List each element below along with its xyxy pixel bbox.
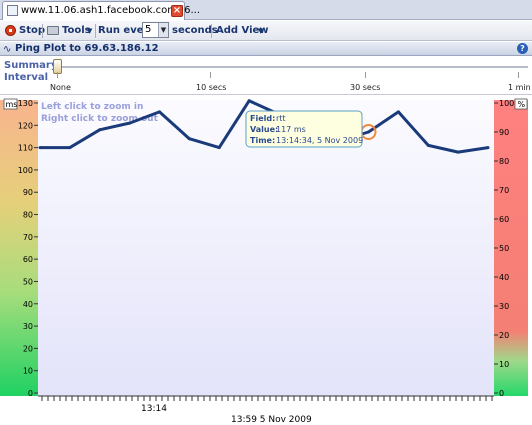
left-axis-tick-label: 10 [23, 367, 33, 376]
toolbar-separator [95, 24, 96, 38]
right-axis-tick-label: 10 [499, 360, 509, 369]
rtt-data-point[interactable] [396, 110, 400, 114]
right-axis-tick-label: 70 [499, 186, 509, 195]
slider-tick [210, 72, 211, 78]
rtt-data-point[interactable] [98, 128, 102, 132]
rtt-data-point[interactable] [158, 110, 161, 114]
left-axis-tick-label: 70 [23, 233, 33, 242]
tooltip-field-label: Field: [250, 114, 275, 123]
right-axis-tick-label: 90 [499, 128, 509, 137]
left-axis-tick-label: 80 [23, 211, 33, 220]
left-axis-tick-label: 130 [18, 99, 33, 108]
x-axis-time-label: 13:14 [141, 404, 167, 414]
summary-interval-panel: Summary Interval None 10 secs 30 secs 1 … [0, 57, 532, 95]
rtt-data-point[interactable] [486, 146, 490, 150]
slider-tick-label: 1 min [508, 83, 531, 92]
panel-header: ∿ Ping Plot to 69.63.186.12 ? [0, 42, 532, 56]
stop-icon[interactable] [5, 25, 16, 36]
ping-plot-chart[interactable]: ms % 0 10 20 30 40 50 60 70 80 90 100 110 120 130 0 10… [0, 96, 532, 425]
left-unit-label: ms [6, 100, 18, 109]
rtt-data-point[interactable] [217, 146, 221, 150]
slider-tick-label: None [50, 83, 71, 92]
rtt-data-point[interactable] [38, 146, 42, 150]
tools-icon[interactable] [47, 26, 59, 35]
tooltip-time-value: 13:14:34, 5 Nov 2009 [276, 136, 363, 145]
slider-tick-label: 30 secs [350, 83, 381, 92]
tab-close-icon[interactable]: × [171, 5, 183, 17]
right-axis-tick-label: 60 [499, 215, 509, 224]
rtt-data-point[interactable] [128, 121, 132, 125]
summary-slider-track[interactable] [56, 66, 528, 68]
chevron-down-icon[interactable]: ▼ [158, 23, 168, 37]
toolbar-separator [211, 24, 212, 38]
page-icon [7, 5, 18, 16]
right-axis-tick-label: 30 [499, 302, 509, 311]
right-axis-tick-label: 50 [499, 244, 509, 253]
toolbar: Stop Tools ▼ Run every seconds Add View … [0, 21, 532, 41]
rtt-data-point[interactable] [426, 143, 430, 147]
left-axis-tick-label: 40 [23, 300, 33, 309]
summary-label-line1: Summary [4, 60, 58, 71]
rtt-data-point[interactable] [367, 130, 370, 134]
left-axis-tick-label: 110 [18, 144, 33, 153]
add-view-dropdown-icon[interactable]: ▼ [258, 27, 263, 35]
tooltip-time-label: Time: [250, 136, 275, 145]
right-unit-label: % [518, 100, 526, 109]
slider-tick-label: 10 secs [196, 83, 227, 92]
right-axis-tick-label: 100 [499, 99, 514, 108]
rtt-data-point[interactable] [187, 137, 191, 141]
tab-bar: www.11.06.ash1.facebook.com (6... × [0, 0, 532, 20]
summary-label-line2: Interval [4, 72, 49, 83]
left-axis-tick-label: 120 [18, 121, 33, 130]
tooltip-value-label: Value: [250, 125, 278, 134]
left-axis-tick-label: 60 [23, 255, 33, 264]
panel-title: Ping Plot to 69.63.186.12 [15, 43, 159, 54]
rtt-data-point[interactable] [456, 150, 460, 154]
help-icon[interactable]: ? [517, 43, 528, 54]
slider-tick [518, 72, 519, 78]
rtt-data-point[interactable] [247, 99, 251, 103]
right-axis-tick-label: 80 [499, 157, 509, 166]
x-axis-date-label: 13:59 5 Nov 2009 [231, 415, 312, 425]
left-axis-tick-label: 100 [18, 166, 33, 175]
right-axis-tick-label: 0 [499, 389, 504, 398]
left-axis-tick-label: 90 [23, 188, 33, 197]
tools-dropdown-icon[interactable]: ▼ [87, 27, 92, 35]
left-axis-tick-label: 20 [23, 344, 33, 353]
tooltip: Field: rtt Value: 117 ms Time: 13:14:34,… [245, 110, 363, 148]
left-axis-tick-label: 50 [23, 277, 33, 286]
left-axis-tick-label: 0 [28, 389, 33, 398]
zoom-in-hint: Left click to zoom in [41, 102, 143, 112]
summary-interval-label: Summary Interval [4, 60, 58, 84]
tab-active[interactable]: www.11.06.ash1.facebook.com (6... × [2, 1, 200, 20]
toolbar-separator [42, 24, 43, 38]
slider-tick [365, 72, 366, 78]
right-axis-tick-label: 20 [499, 331, 509, 340]
left-axis-tick-label: 30 [23, 322, 33, 331]
tooltip-field-value: rtt [276, 114, 286, 123]
tooltip-value-value: 117 ms [276, 125, 306, 134]
slider-tick [57, 72, 58, 78]
ping-plot-icon: ∿ [3, 44, 12, 55]
rtt-data-point[interactable] [68, 146, 72, 150]
right-axis-tick-label: 40 [499, 273, 509, 282]
